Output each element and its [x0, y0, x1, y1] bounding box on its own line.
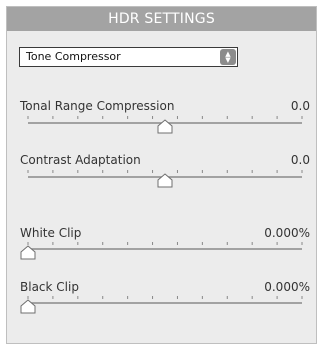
slider-graphic — [27, 170, 303, 188]
tonal-range-compression-value: 0.0 — [290, 99, 310, 113]
black-clip-slider[interactable] — [20, 295, 310, 315]
slider-graphic — [27, 116, 303, 134]
white-clip-label: White Clip — [20, 226, 82, 240]
slider-graphic — [20, 296, 303, 314]
contrast-adaptation-slider[interactable] — [20, 169, 310, 189]
white-clip-slider[interactable] — [20, 241, 310, 261]
black-clip-value: 0.000% — [264, 280, 310, 294]
hdr-settings-panel: HDR SETTINGS Tone Compressor ▲ ▼ Tonal Ra… — [6, 6, 317, 344]
slider-thumb[interactable] — [157, 173, 173, 188]
tonal-range-compression-label: Tonal Range Compression — [20, 99, 175, 113]
slider-thumb[interactable] — [157, 119, 173, 134]
contrast-adaptation-label: Contrast Adaptation — [20, 153, 141, 167]
slider-thumb[interactable] — [20, 299, 36, 314]
method-selected-value: Tone Compressor — [26, 50, 121, 63]
method-dropdown[interactable]: Tone Compressor ▲ ▼ — [19, 47, 238, 67]
tonal-range-compression-slider[interactable] — [20, 115, 310, 135]
updown-chevron-icon[interactable]: ▲ ▼ — [220, 49, 236, 65]
white-clip-value: 0.000% — [264, 226, 310, 240]
black-clip-label: Black Clip — [20, 280, 79, 294]
panel-title: HDR SETTINGS — [7, 7, 316, 31]
slider-thumb[interactable] — [20, 245, 36, 260]
contrast-adaptation-value: 0.0 — [290, 153, 310, 167]
slider-graphic — [20, 242, 303, 260]
